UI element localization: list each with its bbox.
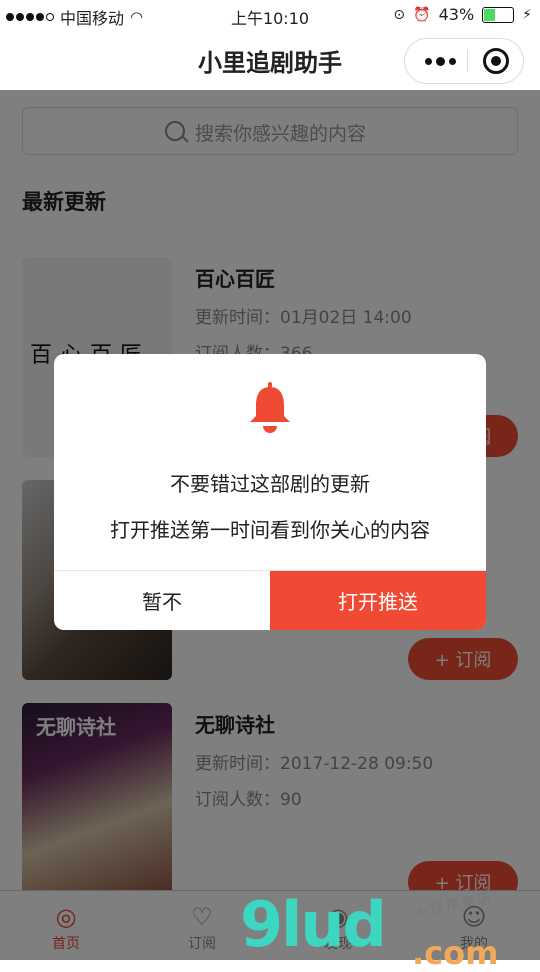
alarm-icon: ⏰: [413, 6, 431, 23]
battery-percent: 43%: [438, 5, 475, 24]
close-miniprogram-button[interactable]: [483, 48, 509, 74]
charging-icon: ⚡: [522, 6, 532, 23]
push-notification-dialog: 不要错过这部剧的更新 打开推送第一时间看到你关心的内容 暂不 打开推送: [54, 354, 486, 630]
nav-bar: 小里追剧助手: [0, 30, 540, 90]
dialog-buttons: 暂不 打开推送: [54, 570, 486, 630]
dialog-message: 不要错过这部剧的更新: [170, 472, 370, 496]
more-button[interactable]: [415, 39, 465, 83]
rotation-lock-icon: ⊙: [393, 6, 406, 23]
more-dot-icon: [424, 57, 432, 65]
dialog-submessage: 打开推送第一时间看到你关心的内容: [110, 518, 430, 542]
miniprogram-capsule: [404, 38, 524, 84]
enable-push-button[interactable]: 打开推送: [270, 571, 486, 630]
more-dot-icon: [435, 56, 445, 66]
watermark-domain: .com: [412, 934, 499, 972]
battery-icon: [482, 6, 515, 23]
status-right: ⊙ ⏰ 43% ⚡: [393, 5, 532, 24]
watermark-logo: 9lud: [240, 888, 387, 961]
status-bar: 中国移动 ◠ 上午10:10 ⊙ ⏰ 43% ⚡: [0, 0, 540, 30]
more-dot-icon: [448, 57, 456, 65]
cancel-button[interactable]: 暂不: [54, 571, 270, 630]
capsule-divider: [467, 50, 468, 72]
bell-icon: [250, 382, 290, 433]
